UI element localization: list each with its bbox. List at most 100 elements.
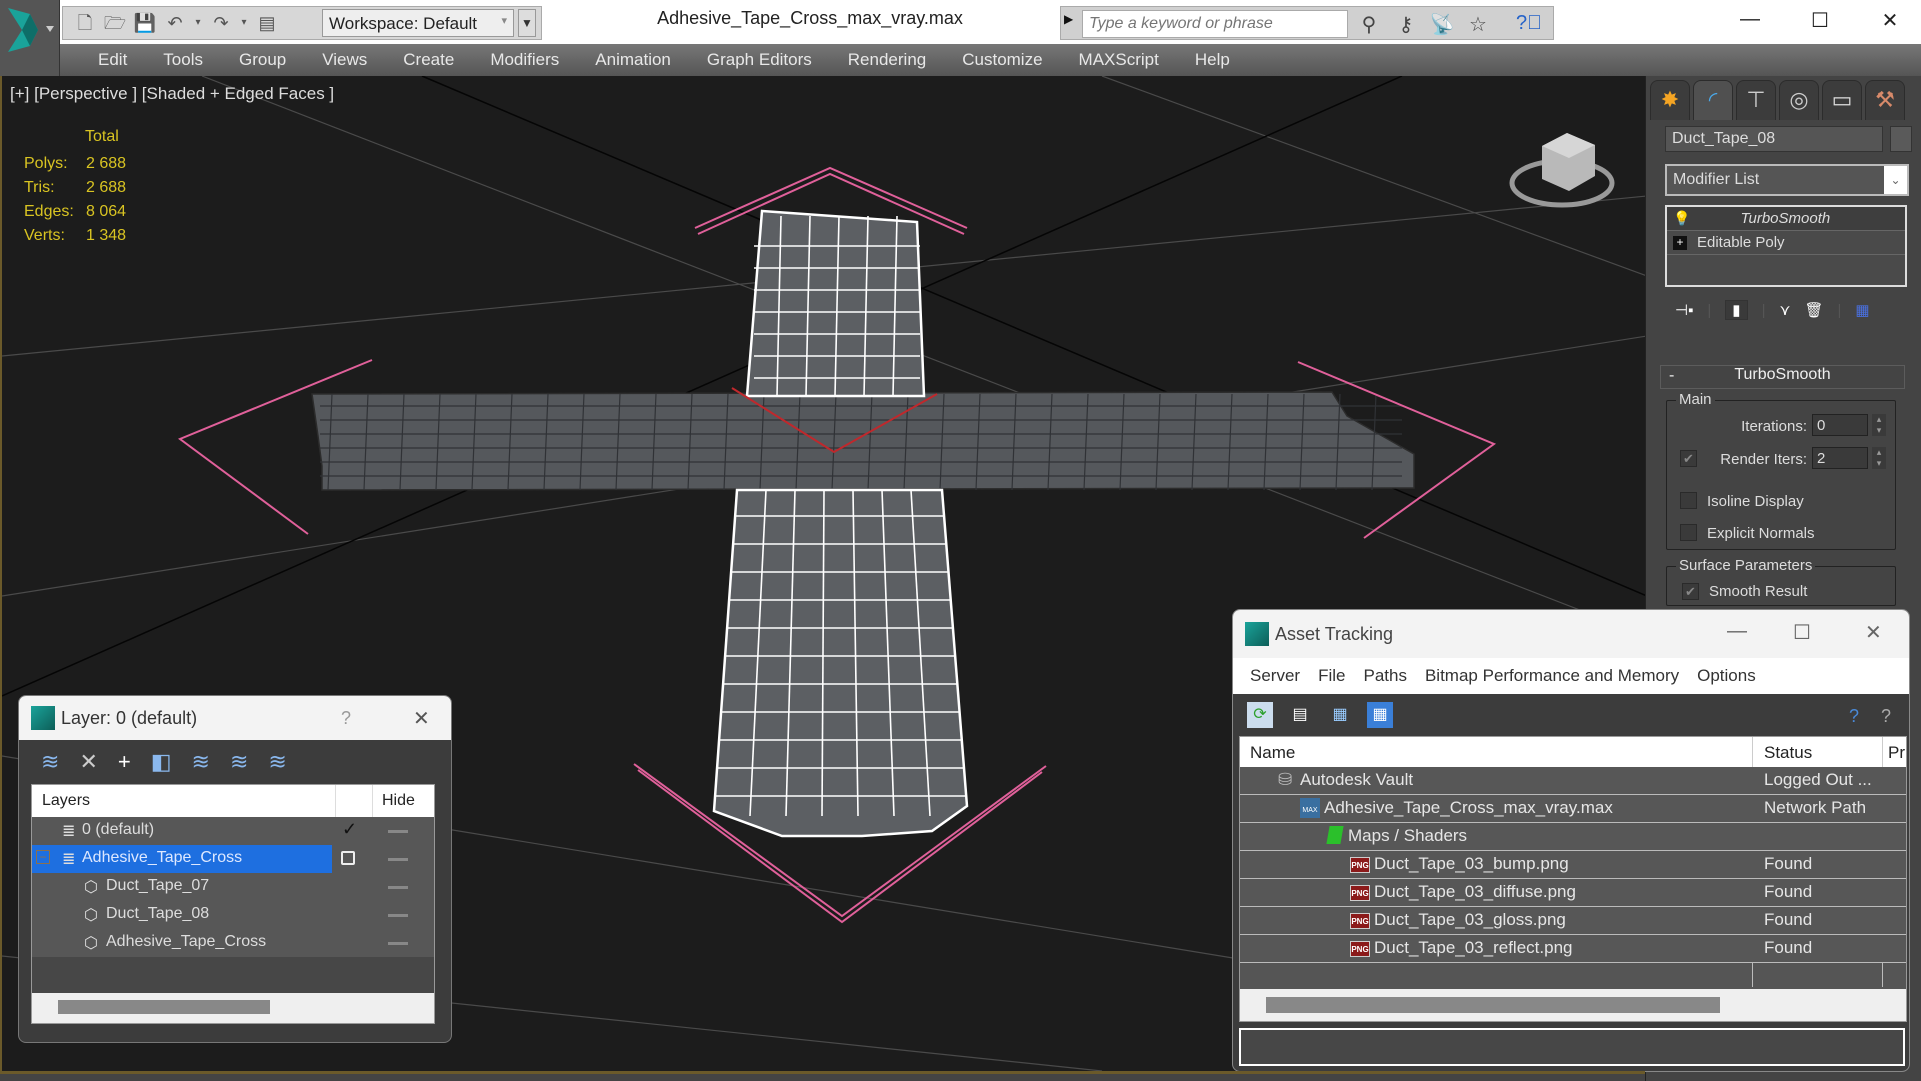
render-iters-checkbox[interactable]: ✔ (1680, 450, 1697, 467)
chevron-down-icon[interactable]: ⌄ (1884, 166, 1907, 194)
collapse-toggle-icon[interactable]: − (36, 850, 50, 864)
layer-row[interactable]: ≣ 0 (default) ✓ (32, 817, 434, 845)
stack-item-turbosmooth[interactable]: 💡 TurboSmooth (1667, 207, 1905, 231)
undo-dropdown-icon[interactable]: ▾ (193, 12, 203, 34)
tab-display[interactable]: ▭ (1822, 80, 1862, 120)
lightbulb-icon[interactable]: 💡 (1673, 210, 1690, 227)
asset-row[interactable]: PNG Duct_Tape_03_gloss.png Found (1240, 907, 1906, 935)
layer-dialog-titlebar[interactable]: Layer: 0 (default) ? ✕ (19, 696, 451, 740)
horizontal-scrollbar[interactable] (32, 993, 434, 1023)
help-online-icon[interactable]: ? (1849, 706, 1859, 727)
satellite-icon[interactable]: 📡 (1428, 12, 1456, 36)
object-color-swatch[interactable] (1890, 126, 1912, 152)
show-end-result-icon[interactable]: ▮ (1725, 300, 1748, 320)
iterations-spinner[interactable]: ▴ ▾ (1872, 414, 1886, 436)
redo-icon[interactable]: ↷ (209, 12, 233, 34)
menu-rendering[interactable]: Rendering (830, 50, 944, 70)
scrollbar-thumb[interactable] (1266, 997, 1720, 1013)
help-context-icon[interactable]: ? (1881, 706, 1891, 727)
new-layer-icon[interactable]: ≋ (41, 749, 59, 775)
help-icon[interactable]: ?⃝ (1515, 12, 1543, 36)
make-unique-icon[interactable]: ⋎ (1779, 301, 1790, 319)
binoculars-icon[interactable]: ⚲ (1355, 12, 1383, 36)
customize-toolbar-icon[interactable]: ▼ (518, 9, 536, 37)
redo-dropdown-icon[interactable]: ▾ (239, 12, 249, 34)
viewport-label-menu[interactable]: [+] [Perspective ] [Shaded + Edged Faces… (10, 84, 334, 104)
menu-bitmap-performance[interactable]: Bitmap Performance and Memory (1416, 666, 1688, 686)
column-status[interactable]: Status (1764, 743, 1812, 763)
smooth-result-checkbox[interactable]: ✔ (1682, 583, 1699, 600)
horizontal-scrollbar[interactable] (1240, 989, 1906, 1021)
column-layers[interactable]: Layers (42, 792, 90, 810)
expand-plus-icon[interactable]: + (1673, 235, 1687, 250)
make-active-checkbox[interactable] (341, 851, 355, 865)
render-iters-input[interactable] (1812, 447, 1868, 469)
list-view-icon[interactable]: ▤ (1287, 702, 1313, 728)
isoline-display-checkbox[interactable] (1680, 492, 1697, 509)
column-name[interactable]: Name (1250, 743, 1295, 763)
delete-layer-icon[interactable]: ✕ (79, 749, 97, 775)
add-to-layer-icon[interactable]: + (118, 749, 131, 775)
help-button[interactable]: ? (341, 708, 351, 729)
workspace-dropdown[interactable]: Workspace: Default ▾ (322, 9, 514, 37)
layer-settings-icon[interactable]: ≋ (268, 749, 286, 775)
thumbnail-view-icon[interactable]: ▦ (1327, 702, 1353, 728)
undo-icon[interactable]: ↶ (163, 12, 187, 34)
object-row[interactable]: ⬡ Adhesive_Tape_Cross (32, 929, 434, 957)
open-file-icon[interactable]: 🗁 (103, 12, 127, 34)
configure-modifier-sets-icon[interactable]: ▦ (1855, 301, 1869, 319)
asset-row[interactable]: PNG Duct_Tape_03_reflect.png Found (1240, 935, 1906, 963)
menu-help[interactable]: Help (1177, 50, 1248, 70)
active-layer-checkmark-icon[interactable]: ✓ (342, 819, 357, 840)
object-row[interactable]: ⬡ Duct_Tape_07 (32, 873, 434, 901)
asset-row[interactable]: PNG Duct_Tape_03_bump.png Found (1240, 851, 1906, 879)
viewcube[interactable] (1507, 121, 1617, 221)
column-extra[interactable]: Pr (1888, 743, 1905, 763)
menu-create[interactable]: Create (385, 50, 472, 70)
menu-options[interactable]: Options (1688, 666, 1765, 686)
table-view-icon[interactable]: ▦ (1367, 702, 1393, 728)
select-objects-icon[interactable]: ◧ (151, 749, 172, 775)
maximize-button[interactable]: ☐ (1800, 8, 1840, 38)
column-hide[interactable]: Hide (382, 792, 415, 810)
asset-row[interactable]: PNG Duct_Tape_03_diffuse.png Found (1240, 879, 1906, 907)
expand-search-icon[interactable]: ▶ (1064, 12, 1074, 32)
new-file-icon[interactable]: 🗋 (73, 12, 97, 34)
project-folder-icon[interactable]: ▤ (255, 12, 279, 34)
iterations-input[interactable] (1812, 414, 1868, 436)
hide-toggle[interactable] (388, 886, 408, 889)
minimize-button[interactable]: — (1730, 8, 1770, 38)
menu-views[interactable]: Views (304, 50, 385, 70)
menu-edit[interactable]: Edit (80, 50, 145, 70)
menu-maxscript[interactable]: MAXScript (1061, 50, 1177, 70)
object-row[interactable]: ⬡ Duct_Tape_08 (32, 901, 434, 929)
menu-group[interactable]: Group (221, 50, 304, 70)
menu-tools[interactable]: Tools (145, 50, 221, 70)
hide-toggle[interactable] (388, 942, 408, 945)
hide-toggle[interactable] (388, 914, 408, 917)
remove-modifier-icon[interactable]: 🗑 (1804, 301, 1823, 319)
close-button[interactable]: ✕ (413, 706, 430, 731)
layer-row[interactable]: − ≣ Adhesive_Tape_Cross (32, 845, 434, 873)
object-name-field[interactable] (1665, 126, 1883, 152)
select-layer-icon[interactable]: ≋ (192, 749, 210, 775)
menu-graph-editors[interactable]: Graph Editors (689, 50, 830, 70)
hide-toggle[interactable] (388, 830, 408, 833)
menu-paths[interactable]: Paths (1354, 666, 1415, 686)
scrollbar-thumb[interactable] (58, 1000, 270, 1014)
duct-tape-07-mesh[interactable] (311, 391, 1415, 491)
menu-animation[interactable]: Animation (577, 50, 689, 70)
find-layer-icon[interactable]: ≋ (230, 749, 248, 775)
asset-row[interactable]: ⛁ Autodesk Vault Logged Out ... (1240, 767, 1906, 795)
maximize-button[interactable]: ☐ (1793, 620, 1811, 645)
menu-server[interactable]: Server (1241, 666, 1309, 686)
turbosmooth-rollout-header[interactable]: - TurboSmooth (1660, 365, 1905, 389)
close-button[interactable]: ✕ (1865, 620, 1882, 645)
tab-utilities[interactable]: ⚒ (1865, 80, 1905, 120)
explicit-normals-checkbox[interactable] (1680, 524, 1697, 541)
refresh-icon[interactable]: ⟳ (1247, 702, 1273, 728)
minimize-button[interactable]: — (1727, 620, 1747, 643)
tab-motion[interactable]: ◎ (1779, 80, 1819, 120)
key-icon[interactable]: ⚷ (1392, 12, 1420, 36)
menu-customize[interactable]: Customize (944, 50, 1060, 70)
